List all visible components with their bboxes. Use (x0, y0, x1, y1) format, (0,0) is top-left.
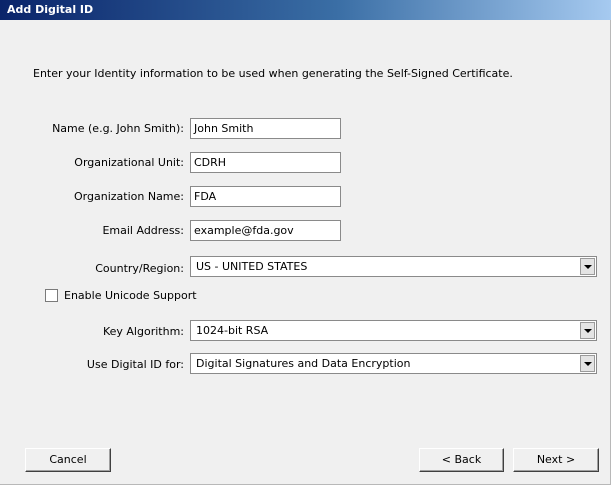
org-name-label: Organization Name: (74, 190, 184, 203)
use-for-select-value: Digital Signatures and Data Encryption (196, 357, 411, 370)
next-button[interactable]: Next > (513, 448, 599, 472)
chevron-down-icon[interactable] (580, 355, 595, 372)
intro-text: Enter your Identity information to be us… (33, 67, 513, 80)
country-label: Country/Region: (95, 262, 184, 275)
use-for-select[interactable]: Digital Signatures and Data Encryption (190, 353, 597, 374)
name-input[interactable]: John Smith (190, 118, 341, 139)
org-unit-label: Organizational Unit: (74, 156, 184, 169)
use-for-label: Use Digital ID for: (86, 358, 184, 371)
key-algorithm-label: Key Algorithm: (102, 325, 184, 338)
dialog-title: Add Digital ID (0, 0, 611, 20)
unicode-checkbox[interactable] (45, 289, 58, 302)
chevron-down-icon[interactable] (580, 258, 595, 275)
country-select-value: US - UNITED STATES (196, 260, 308, 273)
chevron-down-icon[interactable] (580, 322, 595, 339)
back-button[interactable]: < Back (419, 448, 504, 472)
org-unit-input[interactable]: CDRH (190, 152, 341, 173)
email-label: Email Address: (102, 224, 184, 237)
key-algorithm-select[interactable]: 1024-bit RSA (190, 320, 597, 341)
org-name-input[interactable]: FDA (190, 186, 341, 207)
cancel-button[interactable]: Cancel (25, 448, 111, 472)
unicode-checkbox-label: Enable Unicode Support (64, 289, 197, 302)
add-digital-id-dialog: Add Digital ID Enter your Identity infor… (0, 0, 611, 485)
country-select[interactable]: US - UNITED STATES (190, 256, 597, 277)
key-algorithm-select-value: 1024-bit RSA (196, 324, 269, 337)
name-label: Name (e.g. John Smith): (52, 122, 184, 135)
email-input[interactable]: example@fda.gov (190, 220, 341, 241)
